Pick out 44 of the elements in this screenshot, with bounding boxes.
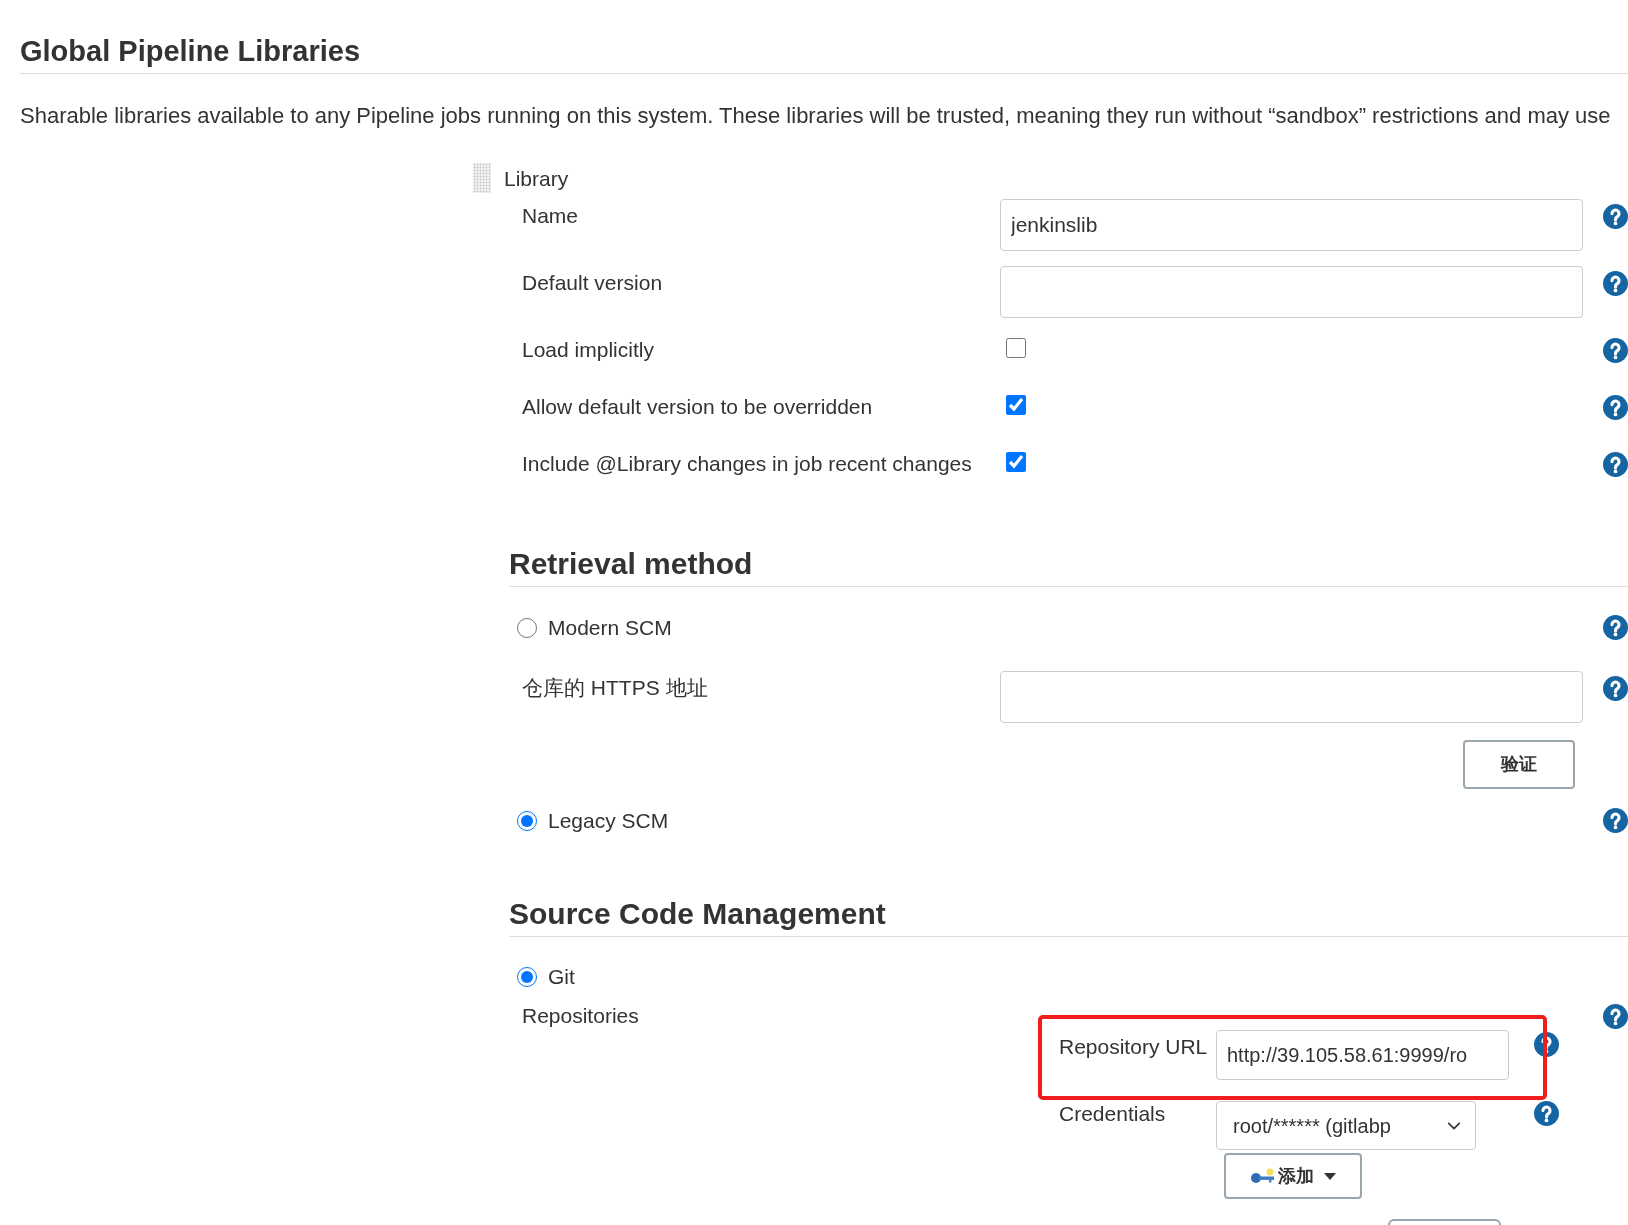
drag-handle-icon[interactable] xyxy=(473,163,491,194)
radio-label: Modern SCM xyxy=(548,615,672,640)
credentials-select[interactable]: root/****** (gitlabp xyxy=(1216,1101,1476,1150)
help-icon[interactable] xyxy=(1603,1004,1628,1029)
field-label: Load implicitly xyxy=(522,338,654,362)
input-field[interactable] xyxy=(1000,266,1583,318)
field-label: 仓库的 HTTPS 地址 xyxy=(522,675,708,700)
input-field[interactable]: http://39.105.58.61:9999/ro xyxy=(1216,1030,1509,1080)
section-description: Sharable libraries available to any Pipeline jobs running on this system. These libraries will be trusted, meaning they run without “sandbox” restrictions and may use xyxy=(20,104,1611,128)
subsection-title: Source Code Management xyxy=(509,896,886,932)
radio-button[interactable] xyxy=(517,617,537,638)
section-title: Global Pipeline Libraries xyxy=(20,34,361,69)
caret-icon xyxy=(1324,1172,1336,1180)
help-icon[interactable] xyxy=(1603,338,1628,363)
help-icon[interactable] xyxy=(1603,452,1628,477)
field-label: Default version xyxy=(522,270,663,295)
help-icon[interactable] xyxy=(1603,676,1628,701)
radio-button[interactable] xyxy=(517,967,537,987)
subsection-title: Retrieval method xyxy=(509,546,753,582)
field-label: Name xyxy=(522,203,579,228)
library-header: Library xyxy=(504,166,569,191)
field-label: Repositories xyxy=(522,1004,639,1028)
field-label: Repository URL xyxy=(1059,1034,1208,1059)
help-icon[interactable] xyxy=(1603,271,1628,296)
input-field[interactable]: jenkinslib xyxy=(1000,199,1583,251)
field-label: Include @Library changes in job recent changes xyxy=(522,452,972,476)
checkbox[interactable] xyxy=(1006,338,1026,358)
help-icon[interactable] xyxy=(1534,1101,1559,1126)
field-label: Allow default version to be overridden xyxy=(522,395,873,419)
help-icon[interactable] xyxy=(1603,395,1628,420)
help-icon[interactable] xyxy=(1603,615,1628,640)
radio-button[interactable] xyxy=(517,810,537,831)
help-icon[interactable] xyxy=(1603,204,1628,229)
radio-label: Git xyxy=(548,965,575,989)
checkbox[interactable] xyxy=(1006,452,1026,472)
input-field[interactable] xyxy=(1000,671,1583,723)
help-icon[interactable] xyxy=(1534,1032,1559,1057)
radio-label: Legacy SCM xyxy=(548,808,669,833)
add-dropdown-button[interactable]: 添加 xyxy=(1224,1153,1362,1199)
field-label: Credentials xyxy=(1059,1101,1166,1126)
validate-button[interactable]: 验证 xyxy=(1463,740,1575,789)
help-icon[interactable] xyxy=(1603,808,1628,833)
checkbox[interactable] xyxy=(1006,395,1026,415)
key-icon xyxy=(1250,1167,1276,1185)
